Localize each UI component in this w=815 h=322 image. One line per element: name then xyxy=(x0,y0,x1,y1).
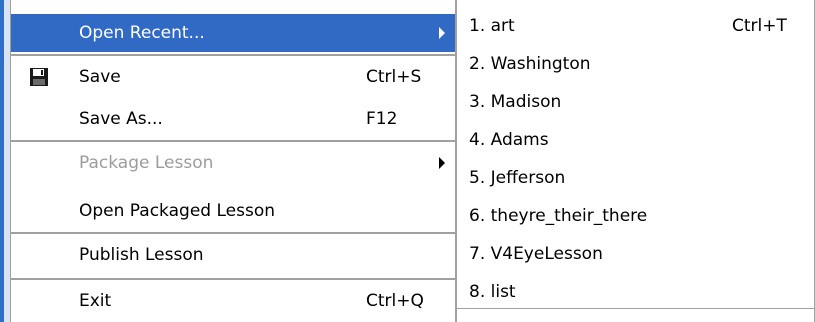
recent-file-item[interactable]: 7. V4EyeLesson xyxy=(457,238,814,270)
menu-separator xyxy=(11,54,455,56)
menu-item-label: Package Lesson xyxy=(79,153,214,173)
submenu-bottom-border xyxy=(457,308,814,309)
menu-item-publish-lesson[interactable]: Publish Lesson xyxy=(11,236,455,274)
recent-file-label: 1. art xyxy=(469,16,515,36)
menu-item-label: Publish Lesson xyxy=(79,245,204,265)
recent-file-item[interactable]: 5. Jefferson xyxy=(457,162,814,194)
recent-file-item[interactable]: 2. Washington xyxy=(457,48,814,80)
menu-item-open-recent[interactable]: Open Recent... xyxy=(11,14,455,52)
recent-file-item[interactable]: 4. Adams xyxy=(457,124,814,156)
menu-item-open-packaged-lesson[interactable]: Open Packaged Lesson xyxy=(11,192,455,230)
recent-file-label: 8. list xyxy=(469,282,516,302)
submenu-arrow-icon xyxy=(439,157,445,169)
menu-separator xyxy=(11,140,455,142)
menu-item-save[interactable]: Save Ctrl+S xyxy=(11,58,455,96)
recent-file-item[interactable]: 1. art Ctrl+T xyxy=(457,10,814,42)
floppy-disk-icon xyxy=(30,68,48,86)
recent-file-item[interactable]: 6. theyre_their_there xyxy=(457,200,814,232)
menu-separator xyxy=(11,232,455,234)
recent-file-label: 6. theyre_their_there xyxy=(469,206,648,226)
menu-item-package-lesson[interactable]: Package Lesson xyxy=(11,144,455,182)
submenu-arrow-icon xyxy=(439,27,445,39)
menu-item-exit[interactable]: Exit Ctrl+Q xyxy=(11,282,455,320)
menu-item-save-as[interactable]: Save As... F12 xyxy=(11,100,455,138)
menu-item-label: Open Packaged Lesson xyxy=(79,201,275,221)
menu-item-label: Open Recent... xyxy=(79,23,205,43)
recent-file-label: 2. Washington xyxy=(469,54,591,74)
recent-file-label: 7. V4EyeLesson xyxy=(469,244,603,264)
menu-separator xyxy=(11,278,455,280)
menu-item-shortcut: Ctrl+S xyxy=(366,67,422,87)
menu-item-shortcut: Ctrl+Q xyxy=(366,291,424,311)
file-menu: Open Recent... Save Ctrl+S Save As... F1… xyxy=(10,0,456,322)
recent-file-item[interactable]: 8. list xyxy=(457,276,814,308)
recent-file-label: 4. Adams xyxy=(469,130,549,150)
open-recent-submenu: 1. art Ctrl+T 2. Washington 3. Madison 4… xyxy=(456,0,815,322)
recent-file-shortcut: Ctrl+T xyxy=(732,16,787,36)
menu-item-shortcut: F12 xyxy=(366,109,398,129)
menu-item-label: Save As... xyxy=(79,109,163,129)
menu-item-label: Exit xyxy=(79,291,112,311)
recent-file-label: 5. Jefferson xyxy=(469,168,566,188)
recent-file-item[interactable]: 3. Madison xyxy=(457,86,814,118)
file-menu-screenshot: Open Recent... Save Ctrl+S Save As... F1… xyxy=(0,0,815,322)
recent-file-label: 3. Madison xyxy=(469,92,562,112)
menu-item-label: Save xyxy=(79,67,121,87)
